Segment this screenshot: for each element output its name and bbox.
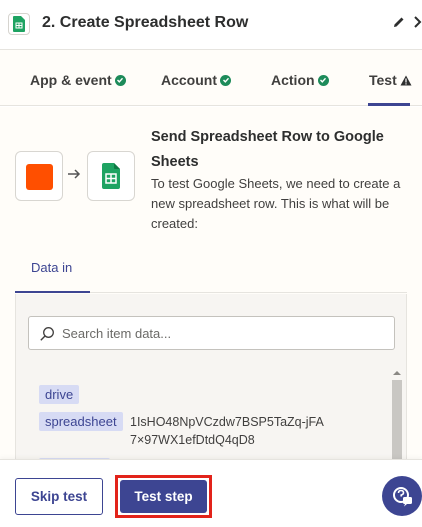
search-input[interactable] (62, 317, 382, 349)
help-chat-icon (393, 487, 412, 507)
arrow-right-icon (68, 169, 81, 179)
tab-account[interactable]: Account (161, 72, 231, 88)
check-icon (317, 74, 329, 86)
tab-data-in[interactable]: Data in (31, 260, 72, 275)
help-button[interactable] (382, 476, 422, 516)
footer-bar: Skip test Test step (0, 459, 422, 527)
chevron-right-icon[interactable] (412, 14, 422, 30)
step-header: 2. Create Spreadsheet Row (0, 0, 422, 50)
test-step-button[interactable]: Test step (120, 480, 207, 513)
search-field[interactable] (28, 316, 395, 350)
highlight-frame: Test step (115, 475, 212, 518)
tab-label: Action (271, 72, 315, 88)
tab-action[interactable]: Action (271, 72, 329, 88)
field-value: 1IsHO48NpVCzdw7BSP5TaZq-jFA7×97WX1efDtdQ… (130, 415, 324, 447)
source-app-tile (15, 151, 63, 201)
google-sheets-tile (87, 151, 135, 201)
google-sheets-icon (102, 163, 120, 189)
scrollbar-thumb[interactable] (392, 380, 402, 464)
active-tab-indicator (368, 103, 410, 106)
google-sheets-icon (8, 13, 30, 35)
skip-test-button[interactable]: Skip test (15, 478, 103, 515)
scroll-up-icon[interactable] (391, 368, 403, 378)
test-description: To test Google Sheets, we need to create… (151, 176, 401, 231)
active-subtab-indicator (15, 291, 90, 293)
tab-test[interactable]: Test (369, 72, 412, 88)
field-key: spreadsheet (39, 412, 123, 431)
warning-icon (400, 75, 412, 85)
test-title: Send Spreadsheet Row to Google Sheets (151, 129, 384, 170)
field-key: drive (39, 385, 80, 404)
test-panel: Send Spreadsheet Row to Google Sheets To… (0, 107, 422, 464)
check-icon (220, 74, 231, 86)
tab-app-event[interactable]: App & event (30, 72, 126, 88)
source-app-icon (26, 164, 53, 190)
step-tabs: App & event Account Action Test (0, 50, 422, 106)
pencil-icon[interactable] (391, 14, 407, 30)
tab-label: Account (161, 72, 217, 88)
tab-label: Test (369, 72, 397, 88)
check-icon (114, 74, 126, 86)
tab-label: App & event (30, 72, 112, 88)
search-icon (40, 327, 54, 341)
step-title: 2. Create Spreadsheet Row (42, 14, 249, 31)
data-in-panel: drive spreadsheet 1IsHO48NpVCzdw7BSP5TaZ… (15, 294, 407, 464)
